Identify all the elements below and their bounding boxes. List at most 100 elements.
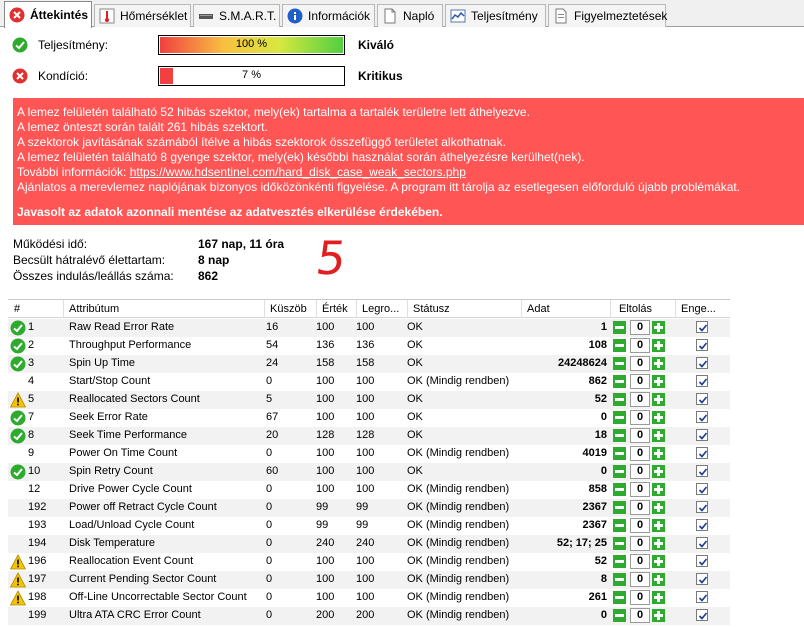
offset-value[interactable]: 0: [630, 446, 650, 461]
decrease-offset-button[interactable]: [613, 429, 626, 442]
enabled-checkbox[interactable]: [696, 573, 708, 585]
enabled-checkbox[interactable]: [696, 555, 708, 567]
table-row[interactable]: 199 Ultra ATA CRC Error Count 0 200 200 OK (M…: [8, 607, 730, 625]
offset-value[interactable]: 0: [630, 482, 650, 497]
enabled-checkbox[interactable]: [696, 447, 708, 459]
enabled-checkbox[interactable]: [696, 357, 708, 369]
header-offset[interactable]: Eltolás: [619, 303, 652, 315]
header-value[interactable]: Érték: [322, 303, 348, 315]
decrease-offset-button[interactable]: [613, 393, 626, 406]
increase-offset-button[interactable]: [652, 339, 665, 352]
table-row[interactable]: 3 Spin Up Time 24 158 158 OK 24248624 0: [8, 355, 730, 373]
decrease-offset-button[interactable]: [613, 519, 626, 532]
tab-alerts[interactable]: Figyelmeztetések: [548, 4, 667, 27]
decrease-offset-button[interactable]: [613, 465, 626, 478]
enabled-checkbox[interactable]: [696, 609, 708, 621]
tab-temperature[interactable]: Hőmérséklet: [94, 4, 191, 27]
table-row[interactable]: 8 Seek Time Performance 20 128 128 OK 18 0: [8, 427, 730, 445]
increase-offset-button[interactable]: [652, 429, 665, 442]
decrease-offset-button[interactable]: [613, 447, 626, 460]
tab-smart[interactable]: S.M.A.R.T.: [193, 4, 280, 27]
decrease-offset-button[interactable]: [613, 375, 626, 388]
table-row[interactable]: 9 Power On Time Count 0 100 100 OK (Mindig re…: [8, 445, 730, 463]
table-row[interactable]: 5 Reallocated Sectors Count 5 100 100 OK 52 0: [8, 391, 730, 409]
enabled-checkbox[interactable]: [696, 429, 708, 441]
offset-value[interactable]: 0: [630, 392, 650, 407]
increase-offset-button[interactable]: [652, 519, 665, 532]
decrease-offset-button[interactable]: [613, 537, 626, 550]
enabled-checkbox[interactable]: [696, 411, 708, 423]
header-threshold[interactable]: Küszöb: [270, 303, 307, 315]
decrease-offset-button[interactable]: [613, 501, 626, 514]
table-row[interactable]: 1 Raw Read Error Rate 16 100 100 OK 1 0: [8, 319, 730, 337]
offset-value[interactable]: 0: [630, 464, 650, 479]
offset-value[interactable]: 0: [630, 608, 650, 623]
increase-offset-button[interactable]: [652, 555, 665, 568]
table-row[interactable]: 192 Power off Retract Cycle Count 0 99 99 OK …: [8, 499, 730, 517]
table-row[interactable]: 10 Spin Retry Count 60 100 100 OK 0 0: [8, 463, 730, 481]
enabled-checkbox[interactable]: [696, 501, 708, 513]
offset-value[interactable]: 0: [630, 320, 650, 335]
decrease-offset-button[interactable]: [613, 339, 626, 352]
increase-offset-button[interactable]: [652, 465, 665, 478]
increase-offset-button[interactable]: [652, 591, 665, 604]
offset-value[interactable]: 0: [630, 374, 650, 389]
decrease-offset-button[interactable]: [613, 321, 626, 334]
increase-offset-button[interactable]: [652, 321, 665, 334]
table-row[interactable]: 12 Drive Power Cycle Count 0 100 100 OK (Mind…: [8, 481, 730, 499]
tab-performance[interactable]: Teljesítmény: [445, 4, 546, 27]
offset-value[interactable]: 0: [630, 356, 650, 371]
decrease-offset-button[interactable]: [613, 555, 626, 568]
enabled-checkbox[interactable]: [696, 393, 708, 405]
enabled-checkbox[interactable]: [696, 591, 708, 603]
increase-offset-button[interactable]: [652, 375, 665, 388]
offset-value[interactable]: 0: [630, 500, 650, 515]
offset-value[interactable]: 0: [630, 590, 650, 605]
enabled-checkbox[interactable]: [696, 339, 708, 351]
tab-log[interactable]: Napló: [377, 4, 443, 27]
table-row[interactable]: 193 Load/Unload Cycle Count 0 99 99 OK (Mindi…: [8, 517, 730, 535]
tab-overview[interactable]: Áttekintés: [4, 1, 92, 28]
increase-offset-button[interactable]: [652, 393, 665, 406]
offset-value[interactable]: 0: [630, 518, 650, 533]
enabled-checkbox[interactable]: [696, 483, 708, 495]
increase-offset-button[interactable]: [652, 357, 665, 370]
increase-offset-button[interactable]: [652, 537, 665, 550]
header-status[interactable]: Státusz: [413, 303, 450, 315]
table-row[interactable]: 2 Throughput Performance 54 136 136 OK 108 0: [8, 337, 730, 355]
enabled-checkbox[interactable]: [696, 375, 708, 387]
increase-offset-button[interactable]: [652, 411, 665, 424]
offset-value[interactable]: 0: [630, 338, 650, 353]
offset-value[interactable]: 0: [630, 572, 650, 587]
header-attribute[interactable]: Attribútum: [69, 303, 119, 315]
increase-offset-button[interactable]: [652, 483, 665, 496]
header-num[interactable]: #: [14, 303, 20, 315]
header-data[interactable]: Adat: [527, 303, 550, 315]
table-row[interactable]: 4 Start/Stop Count 0 100 100 OK (Mindig rendb…: [8, 373, 730, 391]
decrease-offset-button[interactable]: [613, 483, 626, 496]
decrease-offset-button[interactable]: [613, 591, 626, 604]
offset-value[interactable]: 0: [630, 410, 650, 425]
offset-value[interactable]: 0: [630, 428, 650, 443]
increase-offset-button[interactable]: [652, 609, 665, 622]
decrease-offset-button[interactable]: [613, 411, 626, 424]
table-row[interactable]: 196 Reallocation Event Count 0 100 100 OK (Mi…: [8, 553, 730, 571]
table-row[interactable]: 198 Off-Line Uncorrectable Sector Count 0 1…: [8, 589, 730, 607]
offset-value[interactable]: 0: [630, 554, 650, 569]
enabled-checkbox[interactable]: [696, 465, 708, 477]
increase-offset-button[interactable]: [652, 573, 665, 586]
tab-information[interactable]: Információk: [282, 4, 375, 27]
header-worst[interactable]: Legro...: [362, 303, 399, 315]
decrease-offset-button[interactable]: [613, 573, 626, 586]
table-row[interactable]: 7 Seek Error Rate 67 100 100 OK 0 0: [8, 409, 730, 427]
decrease-offset-button[interactable]: [613, 357, 626, 370]
table-row[interactable]: 194 Disk Temperature 0 240 240 OK (Mindig ren…: [8, 535, 730, 553]
table-row[interactable]: 197 Current Pending Sector Count 0 100 100 OK…: [8, 571, 730, 589]
increase-offset-button[interactable]: [652, 501, 665, 514]
enabled-checkbox[interactable]: [696, 321, 708, 333]
enabled-checkbox[interactable]: [696, 537, 708, 549]
offset-value[interactable]: 0: [630, 536, 650, 551]
more-info-link[interactable]: https://www.hdsentinel.com/hard_disk_cas…: [130, 165, 466, 179]
header-enabled[interactable]: Enge...: [681, 303, 716, 315]
increase-offset-button[interactable]: [652, 447, 665, 460]
